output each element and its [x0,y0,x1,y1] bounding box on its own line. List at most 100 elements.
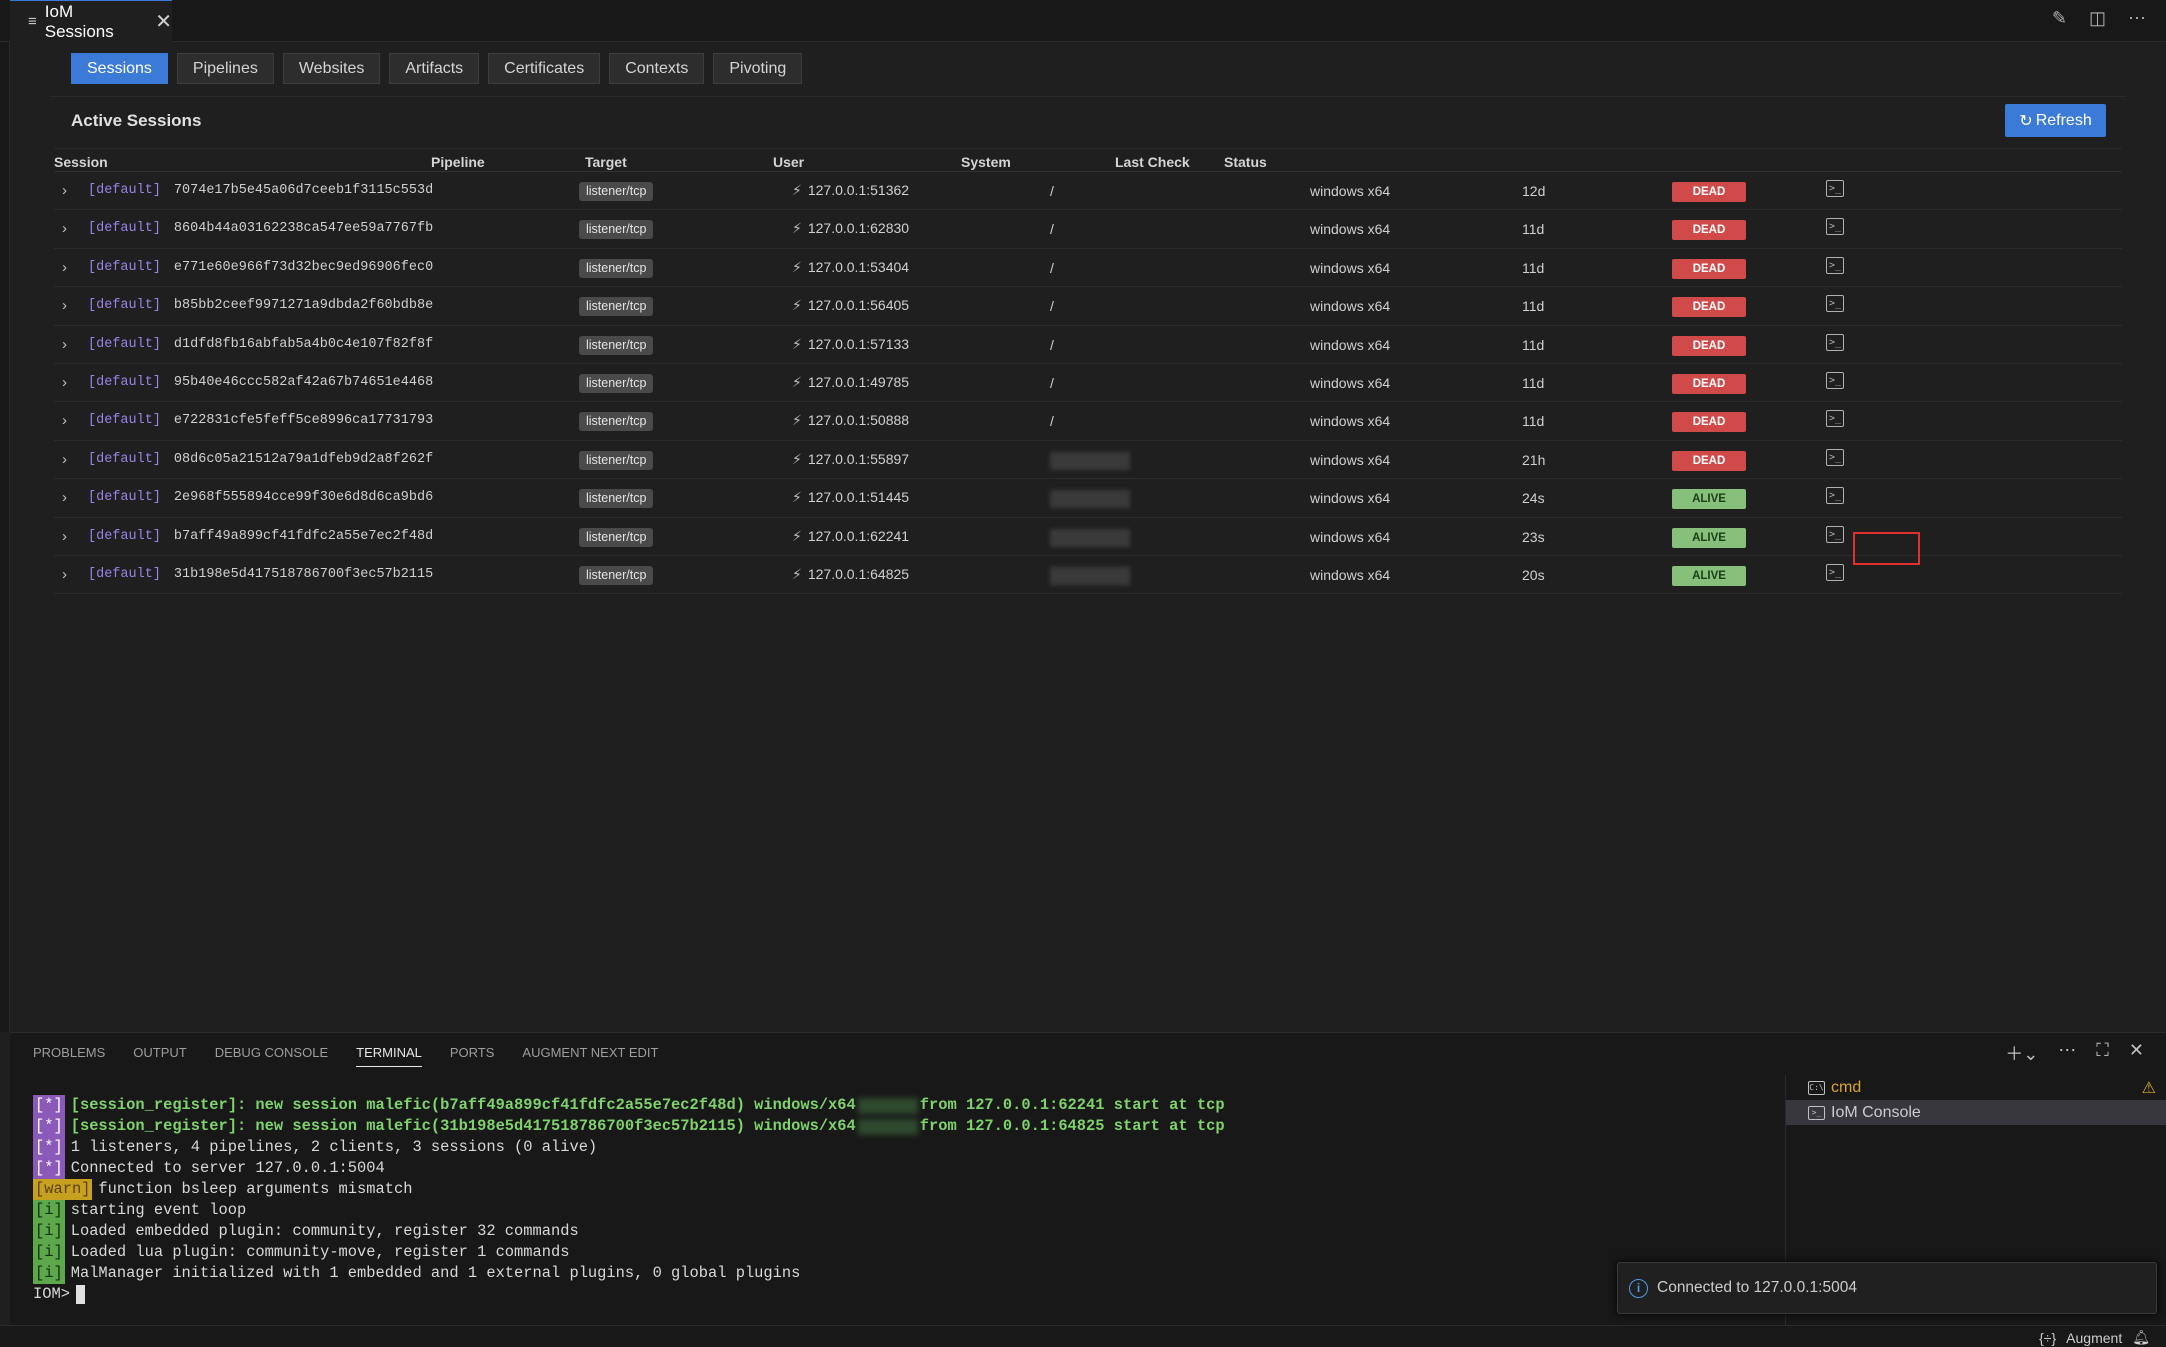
pipeline-badge: listener/tcp [579,565,654,585]
panel-tab-augment-next-edit[interactable]: AUGMENT NEXT EDIT [522,1045,658,1067]
nav-button-artifacts[interactable]: Artifacts [389,53,480,84]
pencil-icon[interactable]: ✎ [2052,8,2067,29]
table-row[interactable]: › [default] d1dfd8fb16abfab5a4b0c4e107f82f… [54,326,2122,364]
maximize-panel-icon[interactable]: ⛶ [2096,1040,2109,1066]
notification-toast[interactable]: i Connected to 127.0.0.1:5004 [1617,1262,2157,1314]
pipeline-badge: listener/tcp [579,182,654,201]
close-panel-icon[interactable]: ✕ [2129,1040,2144,1066]
chevron-right-icon[interactable]: › [62,374,67,391]
new-terminal-icon[interactable]: ＋⌄ [2005,1040,2038,1066]
panel-tab-problems[interactable]: PROBLEMS [33,1045,105,1067]
terminal-icon[interactable]: >_ [1826,333,1844,351]
terminal-icon[interactable]: >_ [1826,410,1844,428]
session-hash: 8604b44a03162238ca547ee59a7767fb [173,221,434,237]
terminal-icon[interactable]: >_ [1826,371,1844,389]
terminal-icon[interactable]: >_ [1826,563,1844,581]
terminal-icon[interactable]: >_ [1826,487,1844,505]
terminal-icon[interactable]: >_ [1826,218,1844,236]
table-row[interactable]: › [default] e771e60e966f73d32bec9ed96906fe… [54,249,2122,288]
panel-actions: ＋⌄ ⋯ ⛶ ✕ [2005,1040,2144,1066]
panel-tab-output[interactable]: OUTPUT [133,1045,186,1067]
target-cell: ⚡︎ 127.0.0.1:55897 [792,451,909,468]
close-icon[interactable]: ✕ [155,9,172,34]
more-actions-icon[interactable]: ⋯ [2058,1040,2076,1066]
target-cell: ⚡︎ 127.0.0.1:50888 [792,412,909,429]
terminal-icon[interactable]: >_ [1826,525,1844,543]
table-row[interactable]: › [default] 7074e17b5e45a06d7ceeb1f3115c55… [54,172,2122,211]
nav-button-websites[interactable]: Websites [282,53,381,84]
terminal-icon[interactable]: >_ [1826,256,1844,274]
session-group: [default] [88,183,161,198]
log-prefix: [*] [33,1158,65,1179]
log-text: Loaded lua plugin: community-move, regis… [70,1243,570,1261]
column-header-system: System [961,154,1011,170]
status-badge: ALIVE [1672,565,1746,586]
terminal-prompt-line[interactable]: IOM> [33,1284,1225,1305]
split-editor-icon[interactable]: ◫ [2089,8,2106,29]
more-actions-icon[interactable]: ⋯ [2128,8,2146,29]
log-text: Loaded embedded plugin: community, regis… [70,1222,579,1240]
table-row[interactable]: › [default] b85bb2ceef9971271a9dbda2f60bdb… [54,287,2122,326]
panel-tab-ports[interactable]: PORTS [450,1045,495,1067]
column-header-user: User [773,154,805,170]
plug-icon: ⚡︎ [792,335,802,352]
table-row[interactable]: › [default] 08d6c05a21512a79a1dfeb9d2a8f26… [54,441,2122,480]
system-cell: windows x64 [1310,221,1391,238]
panel-tab-debug-console[interactable]: DEBUG CONSOLE [215,1045,328,1067]
session-id: [default] 8604b44a03162238ca547ee59a7767f… [88,221,433,236]
plug-icon: ⚡︎ [792,412,802,429]
log-tail: from 127.0.0.1:64825 start at tcp [919,1117,1225,1135]
terminal-icon[interactable]: >_ [1826,295,1844,313]
chevron-right-icon[interactable]: › [62,412,67,429]
chevron-right-icon[interactable]: › [62,220,67,237]
status-badge: DEAD [1672,297,1746,318]
panel-tab-terminal[interactable]: TERMINAL [356,1045,422,1067]
table-row[interactable]: › [default] 8604b44a03162238ca547ee59a7767… [54,210,2122,249]
system-cell: windows x64 [1310,566,1391,583]
bell-icon[interactable]: 🔔︎ [2132,1329,2150,1346]
table-row[interactable]: › [default] 31b198e5d417518786700f3ec57b21… [54,556,2122,595]
table-row[interactable]: › [default] e722831cfe5feff5ce8996ca177317… [54,402,2122,441]
chevron-right-icon[interactable]: › [62,182,67,199]
plug-icon: ⚡︎ [792,373,802,390]
terminal-list-item[interactable]: >_ IoM Console [1786,1100,2166,1125]
status-badge: DEAD [1672,335,1746,356]
table-row[interactable]: › [default] 95b40e46ccc582af42a67b74651e44… [54,364,2122,403]
nav-buttons: Sessions Pipelines Websites Artifacts Certif… [71,53,803,84]
chevron-right-icon[interactable]: › [62,528,67,545]
nav-button-pipelines[interactable]: Pipelines [176,53,274,84]
nav-button-pivoting[interactable]: Pivoting [713,53,803,84]
nav-button-contexts[interactable]: Contexts [609,53,705,84]
log-prefix: [i] [33,1200,65,1221]
chevron-right-icon[interactable]: › [62,259,67,276]
chevron-right-icon[interactable]: › [62,297,67,314]
terminal-line: [i] Loaded lua plugin: community-move, re… [33,1242,1225,1263]
target-cell: ⚡︎ 127.0.0.1:62830 [792,220,909,237]
terminal-icon[interactable]: >_ [1826,448,1844,466]
system-cell: windows x64 [1310,528,1391,545]
refresh-button[interactable]: ↻ Refresh [2005,104,2106,137]
pipeline-badge: listener/tcp [579,335,654,355]
refresh-icon: ↻ [2019,112,2033,130]
chevron-right-icon[interactable]: › [62,451,67,468]
session-id: [default] 31b198e5d417518786700f3ec57b211… [88,567,433,582]
table-row[interactable]: › [default] 2e968f555894cce99f30e6d8d6ca9b… [54,479,2122,518]
terminal-output[interactable]: [*] [session_register]: new session malef… [33,1095,1225,1305]
chevron-right-icon[interactable]: › [62,566,67,583]
session-hash: d1dfd8fb16abfab5a4b0c4e107f82f8f [173,336,434,352]
last-check-cell: 11d [1522,413,1545,430]
last-check-cell: 11d [1522,336,1545,353]
chevron-right-icon[interactable]: › [62,336,67,353]
terminal-list-item[interactable]: C:\ cmd ⚠ [1786,1075,2166,1100]
target-cell: ⚡︎ 127.0.0.1:51445 [792,489,909,506]
pipeline-badge: listener/tcp [579,412,654,432]
nav-button-certificates[interactable]: Certificates [488,53,601,84]
target-cell: ⚡︎ 127.0.0.1:56405 [792,297,909,314]
tab-iom-sessions[interactable]: ≡ IoM Sessions ✕ [10,0,172,42]
last-check-cell: 11d [1522,298,1545,315]
chevron-right-icon[interactable]: › [62,489,67,506]
augment-label[interactable]: Augment [2066,1330,2122,1346]
nav-button-sessions[interactable]: Sessions [71,53,168,84]
terminal-icon[interactable]: >_ [1826,180,1844,197]
table-row[interactable]: › [default] b7aff49a899cf41fdfc2a55e7ec2f4… [54,518,2122,556]
